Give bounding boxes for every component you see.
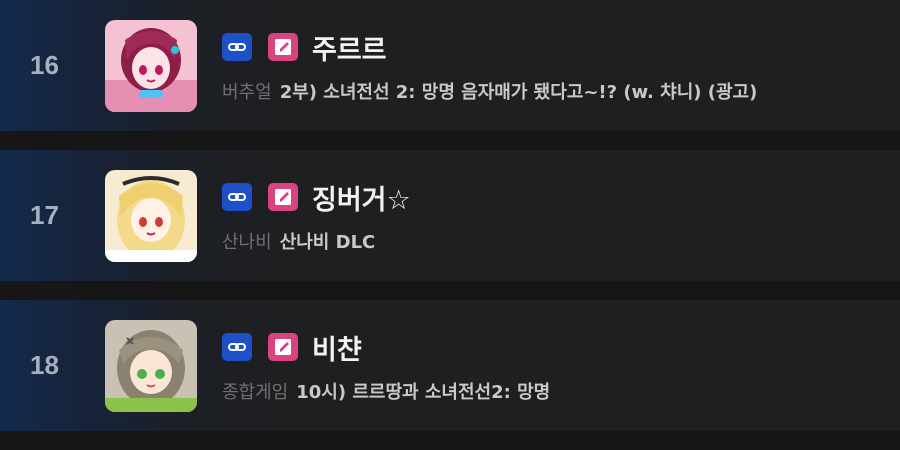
stream-category[interactable]: 종합게임 — [222, 382, 288, 403]
ranking-row[interactable]: 18 비챤 종합게임 10시) 르르땅과 소녀전선2: 망명 — [0, 300, 900, 431]
stream-category[interactable]: 버추얼 — [222, 82, 272, 103]
chain-link-icon[interactable] — [222, 33, 252, 61]
rank-number: 16 — [30, 50, 59, 80]
streamer-avatar[interactable] — [105, 320, 197, 412]
chain-link-icon[interactable] — [222, 333, 252, 361]
avatar-image — [105, 320, 197, 412]
ranking-list: 16 주르르 버추얼 2부) 소녀전선 2: 망명 음자매가 됐다고~!? (w… — [0, 0, 900, 450]
avatar-image — [105, 20, 197, 112]
stream-title[interactable]: 산나비 DLC — [280, 232, 376, 253]
stream-info: 버추얼 2부) 소녀전선 2: 망명 음자매가 됐다고~!? (w. 챠니) (광… — [222, 78, 757, 104]
avatar-image — [105, 170, 197, 262]
streamer-avatar[interactable] — [105, 170, 197, 262]
pencil-icon[interactable] — [268, 183, 298, 211]
stream-info: 산나비 산나비 DLC — [222, 228, 375, 254]
streamer-name[interactable]: 주르르 — [312, 28, 387, 67]
stream-title[interactable]: 10시) 르르땅과 소녀전선2: 망명 — [296, 382, 550, 403]
rank-number: 17 — [30, 200, 59, 230]
ranking-row[interactable]: 17 징버거☆ 산나비 산나비 DLC — [0, 150, 900, 281]
chain-link-icon[interactable] — [222, 183, 252, 211]
ranking-row[interactable]: 16 주르르 버추얼 2부) 소녀전선 2: 망명 음자매가 됐다고~!? (w… — [0, 0, 900, 131]
streamer-name[interactable]: 비챤 — [312, 328, 362, 367]
stream-title[interactable]: 2부) 소녀전선 2: 망명 음자매가 됐다고~!? (w. 챠니) (광고) — [280, 82, 758, 103]
pencil-icon[interactable] — [268, 33, 298, 61]
streamer-name[interactable]: 징버거☆ — [312, 178, 411, 217]
stream-info: 종합게임 10시) 르르땅과 소녀전선2: 망명 — [222, 378, 550, 404]
streamer-avatar[interactable] — [105, 20, 197, 112]
stream-category[interactable]: 산나비 — [222, 232, 272, 253]
pencil-icon[interactable] — [268, 333, 298, 361]
rank-number: 18 — [30, 350, 59, 380]
